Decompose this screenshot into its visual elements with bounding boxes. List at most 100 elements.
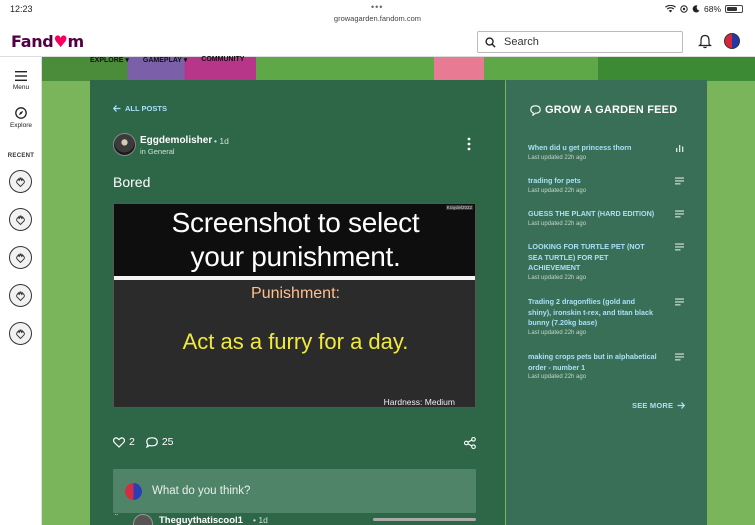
- image-top-panel: Screenshot to select your punishment.: [114, 204, 475, 276]
- menu-icon: [15, 71, 27, 81]
- comment-author-avatar[interactable]: [133, 514, 153, 525]
- post-category[interactable]: in General: [140, 147, 175, 156]
- comment-icon: [145, 436, 158, 448]
- tab-dots[interactable]: •••: [371, 2, 383, 12]
- fandom-heart-icon: [16, 290, 25, 301]
- wiki-nav-community[interactable]: COMMUNITY: [201, 56, 244, 64]
- logo-heart-icon: ♥: [53, 32, 68, 51]
- poll-icon: [676, 145, 684, 152]
- wiki-nav-explore[interactable]: EXPLORE ▾: [90, 56, 129, 64]
- all-posts-link[interactable]: ALL POSTS: [113, 104, 167, 113]
- feed-title: GROW A GARDEN FEED: [530, 104, 677, 116]
- logo-prefix: Fand: [11, 32, 54, 51]
- moon-icon: [692, 5, 700, 13]
- comment-author[interactable]: Theguythatiscool1: [159, 515, 243, 525]
- feed-item-title[interactable]: Trading 2 dragonflies (gold and shiny), …: [528, 297, 660, 329]
- feed-item-title[interactable]: GUESS THE PLANT (HARD EDITION): [528, 209, 660, 220]
- wiki-nav-gameplay[interactable]: GAMEPLAY ▾: [143, 56, 187, 64]
- feed-item[interactable]: making crops pets but in alphabetical or…: [528, 352, 698, 380]
- feed-item-updated: Last updated 22h ago: [528, 220, 587, 227]
- feed-item[interactable]: trading for pets Last updated 22h ago: [528, 176, 698, 194]
- discussion-icon: [530, 104, 541, 116]
- bell-icon[interactable]: [698, 34, 712, 49]
- feed-item[interactable]: When did u get princess thorn Last updat…: [528, 143, 698, 161]
- all-posts-label: ALL POSTS: [125, 104, 167, 113]
- comments-button[interactable]: 25: [145, 436, 174, 448]
- arrow-right-icon: [677, 402, 686, 409]
- like-button[interactable]: 2: [113, 436, 135, 448]
- heart-icon: [113, 436, 125, 448]
- feed-item-updated: Last updated 22h ago: [528, 154, 587, 161]
- post-title: Bored: [113, 174, 151, 190]
- feed-item-updated: Last updated 22h ago: [528, 274, 587, 281]
- status-icons: 68%: [664, 4, 743, 14]
- feed-item-updated: Last updated 22h ago: [528, 329, 587, 336]
- commenter-avatar: [125, 483, 142, 500]
- battery-percent: 68%: [703, 4, 721, 14]
- recent-item-2[interactable]: [9, 208, 32, 231]
- comment-input[interactable]: What do you think?: [113, 469, 476, 513]
- post-image[interactable]: Screenshot to select your punishment. Kr…: [113, 203, 476, 408]
- image-tag: Kraydel2022: [445, 205, 473, 210]
- more-options-icon[interactable]: [466, 137, 472, 151]
- like-count: 2: [129, 436, 135, 448]
- share-icon[interactable]: [464, 437, 476, 449]
- image-line-2: your punishment.: [190, 241, 401, 272]
- comment-time: • 1d: [253, 515, 268, 525]
- rail-explore-label: Explore: [9, 122, 33, 129]
- post-panel: ALL POSTS Eggdemolisher • 1d in General …: [90, 80, 505, 525]
- comment-item: ⌃ Theguythatiscool1 • 1d: [113, 514, 476, 525]
- upvote-icon[interactable]: ⌃: [113, 514, 120, 521]
- left-rail: Menu Explore RECENT: [0, 57, 42, 525]
- see-more-label: SEE MORE: [632, 401, 674, 410]
- feed-item[interactable]: LOOKING FOR TURTLE PET (NOT SEA TURTLE) …: [528, 242, 698, 281]
- see-more-link[interactable]: SEE MORE: [632, 401, 686, 410]
- fandom-heart-icon: [16, 328, 25, 339]
- comment-count: 25: [161, 436, 174, 448]
- feed-item[interactable]: Trading 2 dragonflies (gold and shiny), …: [528, 297, 698, 336]
- garden-feed: GROW A GARDEN FEED When did u get prince…: [506, 80, 707, 525]
- feed-item-title[interactable]: trading for pets: [528, 176, 660, 187]
- feed-title-text: GROW A GARDEN FEED: [545, 104, 678, 116]
- feed-item[interactable]: GUESS THE PLANT (HARD EDITION) Last upda…: [528, 209, 698, 227]
- status-bar: 12:23 ••• growagarden.fandom.com 68%: [0, 0, 755, 27]
- user-avatar[interactable]: [724, 33, 740, 49]
- feed-item-title[interactable]: making crops pets but in alphabetical or…: [528, 352, 660, 373]
- text-icon: [675, 353, 684, 361]
- search-icon: [485, 36, 496, 48]
- recent-item-5[interactable]: [9, 322, 32, 345]
- location-icon: [680, 5, 688, 13]
- rail-menu[interactable]: Menu: [0, 71, 42, 91]
- search-input[interactable]: Search: [477, 31, 683, 53]
- rail-explore[interactable]: Explore: [0, 107, 42, 129]
- recent-item-3[interactable]: [9, 246, 32, 269]
- author-avatar[interactable]: [113, 133, 136, 156]
- rail-recent-label: RECENT: [7, 153, 35, 159]
- recent-item-4[interactable]: [9, 284, 32, 307]
- compass-icon: [15, 107, 27, 119]
- wiki-nav: EXPLORE ▾ GAMEPLAY ▾ COMMUNITY: [90, 56, 244, 64]
- search-placeholder: Search: [504, 36, 539, 48]
- post-time: • 1d: [214, 136, 229, 146]
- recent-item-1[interactable]: [9, 170, 32, 193]
- image-punishment-text: Act as a furry for a day.: [182, 329, 409, 354]
- feed-item-title[interactable]: When did u get princess thorn: [528, 143, 660, 154]
- feed-item-updated: Last updated 22h ago: [528, 374, 587, 380]
- url-bar[interactable]: growagarden.fandom.com: [0, 14, 755, 23]
- fandom-heart-icon: [16, 252, 25, 263]
- comment-placeholder: What do you think?: [152, 485, 251, 497]
- fandom-logo[interactable]: Fand♥m: [11, 32, 84, 51]
- battery-icon: [725, 5, 743, 13]
- image-line-1: Screenshot to select: [171, 207, 420, 238]
- fandom-header: Fand♥m Search: [0, 27, 755, 57]
- text-icon: [675, 177, 684, 185]
- text-icon: [675, 243, 684, 251]
- fandom-heart-icon: [16, 214, 25, 225]
- rail-menu-label: Menu: [12, 84, 30, 91]
- author-name[interactable]: Eggdemolisher: [140, 135, 212, 146]
- image-punishment-label: Punishment:: [251, 285, 340, 302]
- feed-item-title[interactable]: LOOKING FOR TURTLE PET (NOT SEA TURTLE) …: [528, 242, 660, 274]
- reactions-bar: 2 25: [113, 436, 185, 448]
- arrow-left-icon: [113, 105, 121, 112]
- status-time: 12:23: [10, 4, 33, 14]
